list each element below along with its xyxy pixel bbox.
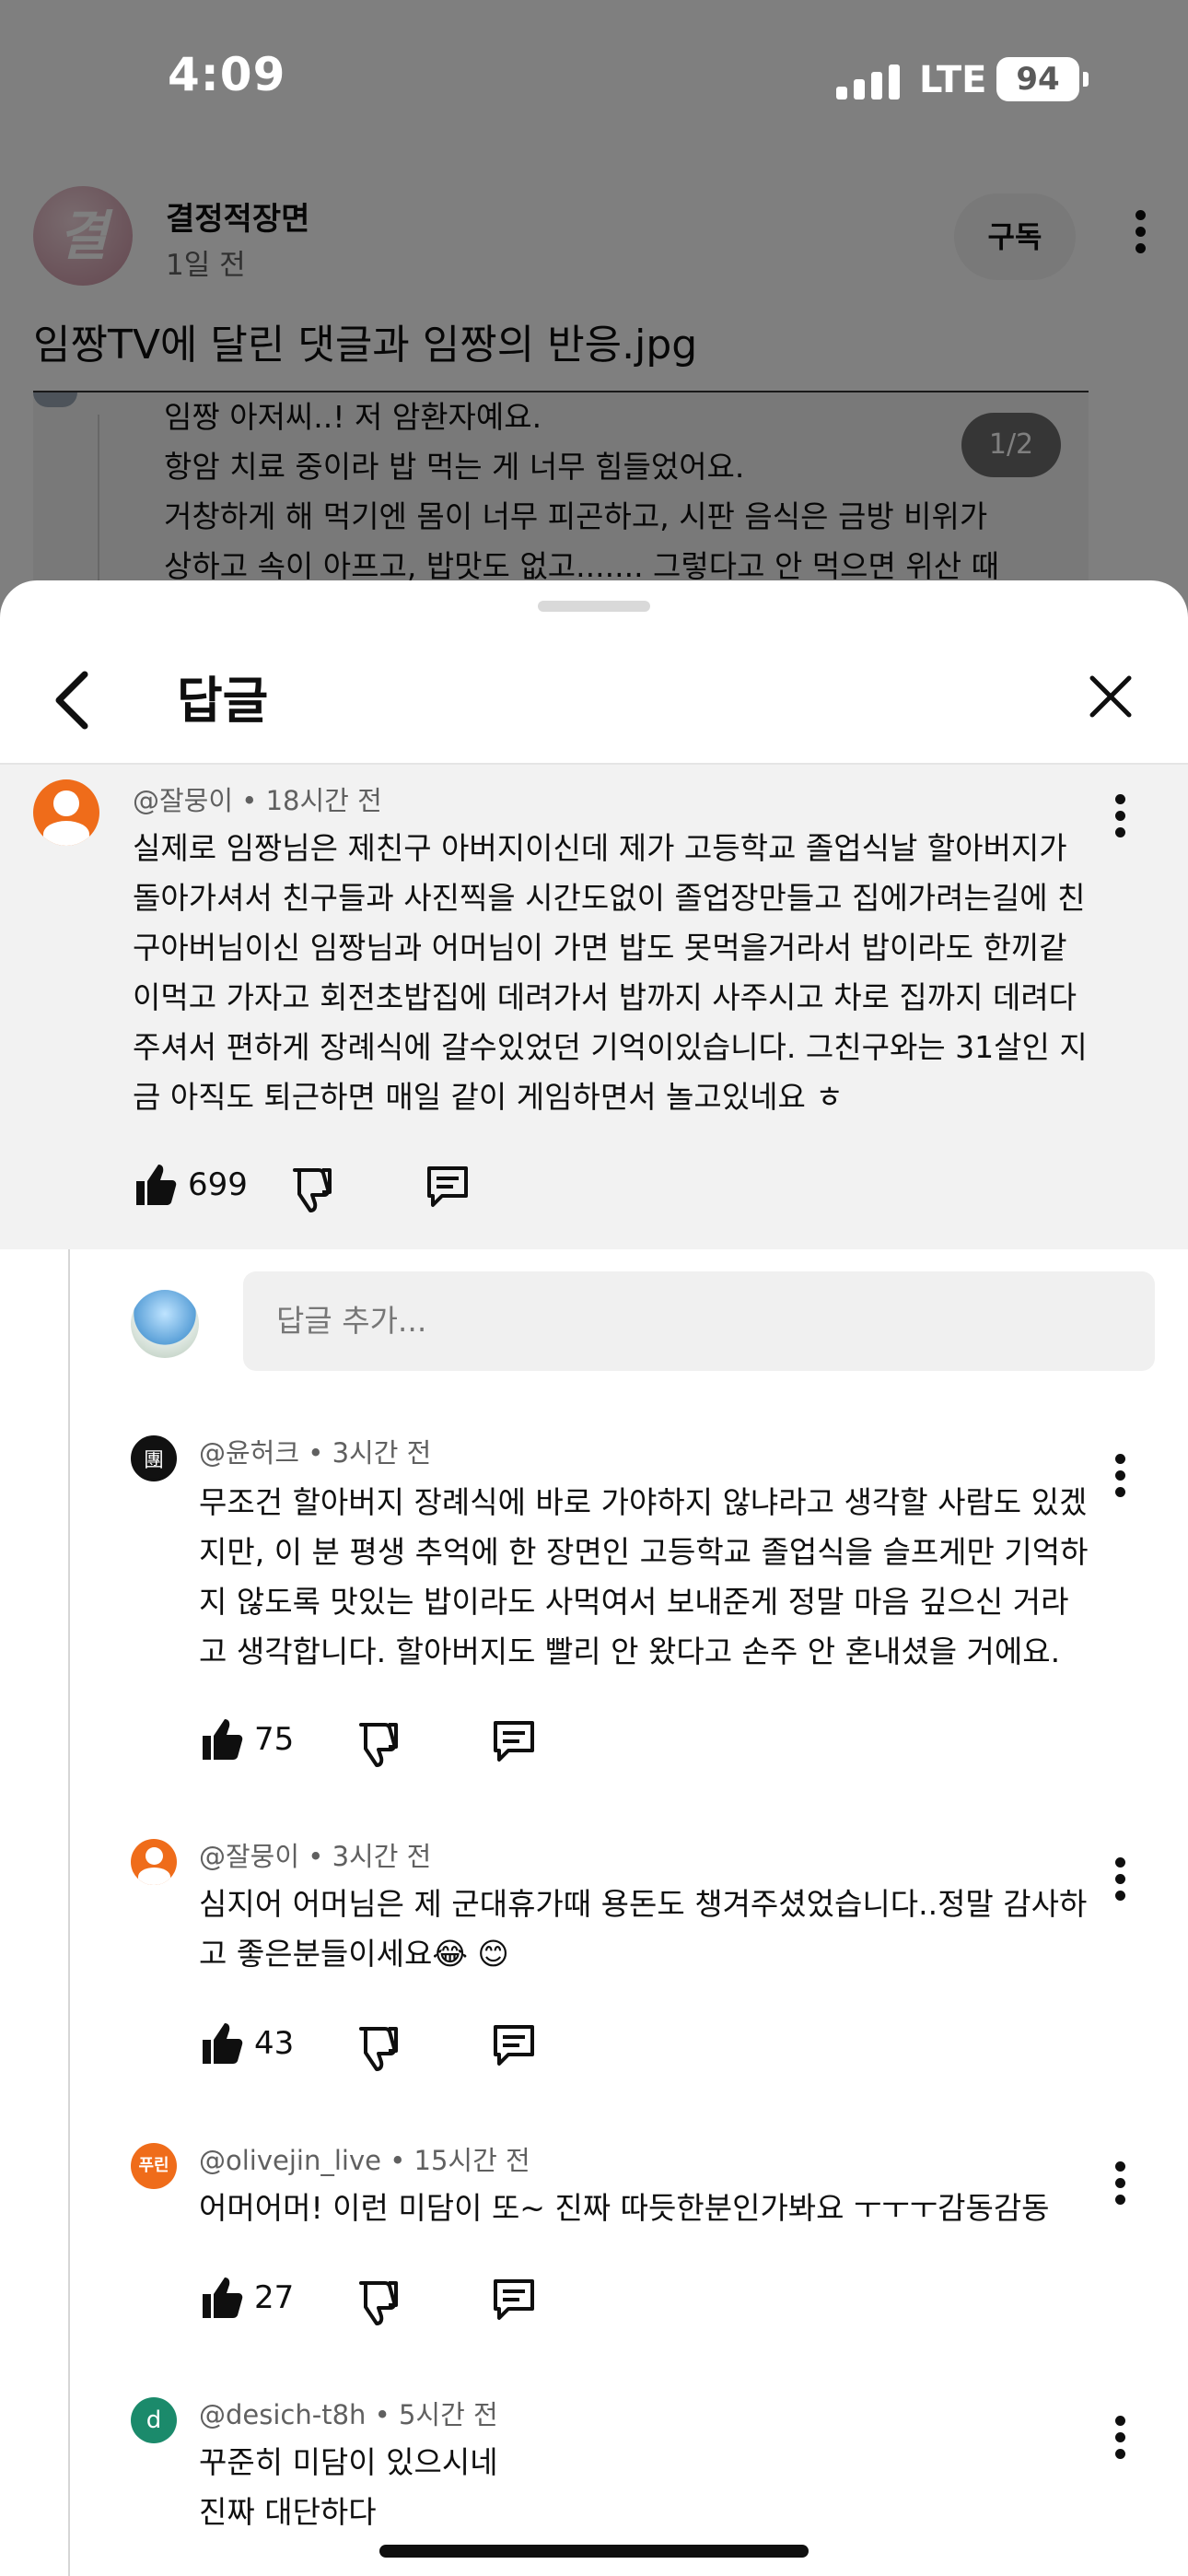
comment-more-icon[interactable] — [1111, 2161, 1129, 2211]
comment-actions: 699 — [133, 1161, 483, 1216]
like-count: 27 — [254, 2279, 295, 2316]
avatar[interactable]: 푸린 — [131, 2143, 177, 2189]
dislike-icon[interactable] — [355, 1719, 400, 1767]
comment-meta: @desich-t8h • 5시간 전 — [199, 2399, 498, 2430]
like-count: 75 — [254, 1721, 295, 1758]
replies-sheet: 답글 @잘뭉이 • 18시간 전 실제로 임짱님은 제친구 아버지이신데 제가 … — [0, 580, 1188, 2576]
comment-text: 실제로 임짱님은 제친구 아버지이신데 제가 고등학교 졸업식날 할아버지가 돌… — [133, 830, 1088, 1115]
comment-author[interactable]: @잘뭉이 — [199, 1841, 299, 1872]
reply-icon[interactable] — [490, 1717, 538, 1765]
comment-actions: 43 — [199, 2020, 549, 2075]
reply-icon[interactable] — [490, 2021, 538, 2069]
comment-time: 3시간 전 — [332, 1841, 432, 1872]
comment-text: 심지어 어머님은 제 군대휴가때 용돈도 챙겨주셨었습니다..정말 감사하 고 … — [199, 1886, 1088, 1972]
like-icon[interactable] — [133, 1161, 177, 1209]
comment-meta: @olivejin_live • 15시간 전 — [199, 2145, 530, 2176]
comment-meta: @잘뭉이 • 18시간 전 — [133, 785, 382, 816]
comment-author[interactable]: @잘뭉이 — [133, 785, 233, 816]
comment-more-icon[interactable] — [1111, 1454, 1129, 1504]
comment-more-icon[interactable] — [1111, 2416, 1129, 2465]
parent-comment: @잘뭉이 • 18시간 전 실제로 임짱님은 제친구 아버지이신데 제가 고등학… — [0, 765, 1188, 1249]
dislike-icon[interactable] — [289, 1165, 333, 1212]
comment-actions: 27 — [199, 2274, 549, 2329]
comment-time: 3시간 전 — [332, 1437, 432, 1469]
reply-input[interactable]: 답글 추가... — [243, 1271, 1155, 1371]
sheet-header: 답글 — [0, 580, 1188, 765]
comment-author[interactable]: @윤허크 — [199, 1437, 299, 1469]
my-avatar[interactable] — [131, 1290, 199, 1358]
battery-nub — [1083, 72, 1089, 87]
home-indicator[interactable] — [379, 2545, 809, 2558]
sheet-title: 답글 — [177, 672, 269, 730]
signal-icon — [836, 64, 901, 100]
dislike-icon[interactable] — [355, 2023, 400, 2071]
comment-more-icon[interactable] — [1111, 1857, 1129, 1907]
like-count: 43 — [254, 2025, 295, 2062]
comment-meta: @윤허크 • 3시간 전 — [199, 1437, 432, 1469]
like-icon[interactable] — [199, 2020, 243, 2067]
comment-more-icon[interactable] — [1111, 794, 1129, 844]
comment-author[interactable]: @desich-t8h — [199, 2399, 366, 2430]
dislike-icon[interactable] — [355, 2277, 400, 2325]
comment-author[interactable]: @olivejin_live — [199, 2145, 381, 2176]
network-label: LTE — [919, 59, 987, 101]
like-icon[interactable] — [199, 1715, 243, 1763]
like-count: 699 — [188, 1166, 248, 1203]
comment-actions: 75 — [199, 1715, 549, 1771]
reply-icon[interactable] — [490, 2276, 538, 2324]
avatar[interactable] — [33, 779, 99, 846]
comment-text: 꾸준히 미담이 있으시네 진짜 대단하다 — [199, 2444, 498, 2530]
avatar[interactable]: d — [131, 2397, 177, 2443]
close-icon[interactable] — [1085, 671, 1136, 722]
add-reply-row: 답글 추가... — [0, 1271, 1188, 1382]
comment-time: 5시간 전 — [398, 2399, 498, 2430]
avatar[interactable]: 團 — [131, 1435, 177, 1481]
status-time: 4:09 — [168, 48, 286, 101]
like-icon[interactable] — [199, 2274, 243, 2322]
back-arrow-icon[interactable] — [44, 663, 99, 737]
comment-text: 어머어머! 이런 미담이 또~ 진짜 따듯한분인가봐요 ㅜㅜㅜ감동감동 — [199, 2190, 1050, 2226]
comment-time: 18시간 전 — [265, 785, 382, 816]
comment-time: 15시간 전 — [413, 2145, 530, 2176]
reply-icon[interactable] — [424, 1163, 472, 1211]
comment-text: 무조건 할아버지 장례식에 바로 가야하지 않냐라고 생각할 사람도 있겠 지만… — [199, 1484, 1089, 1669]
battery-icon: 94 — [996, 57, 1079, 101]
avatar[interactable] — [131, 1839, 177, 1885]
comment-meta: @잘뭉이 • 3시간 전 — [199, 1841, 432, 1872]
